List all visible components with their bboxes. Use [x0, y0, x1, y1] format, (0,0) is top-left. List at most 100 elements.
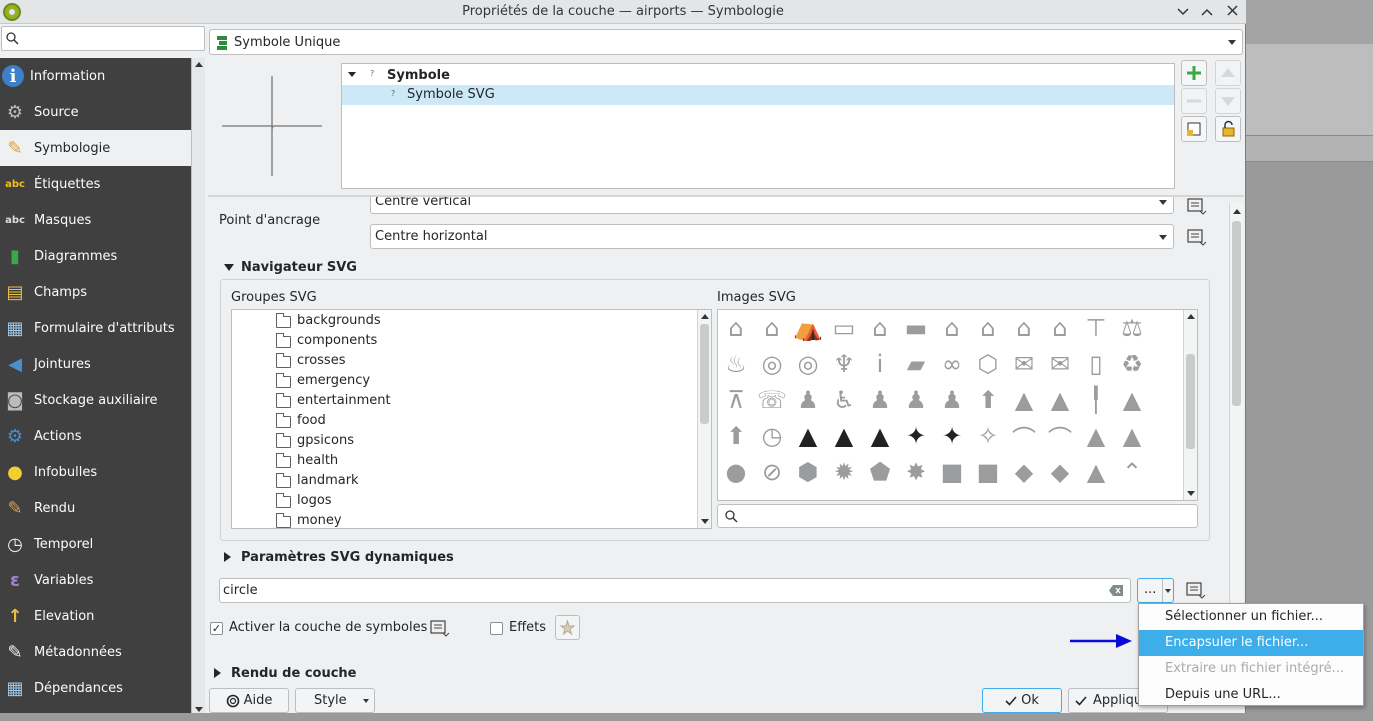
svg-image-thumbnail[interactable]: ╿: [1079, 383, 1113, 417]
sidebar-item-champs[interactable]: ▤ Champs: [0, 274, 191, 310]
help-button[interactable]: Aide: [209, 688, 289, 713]
svg-image-search-input[interactable]: [717, 504, 1198, 528]
sidebar-item-diagrammes[interactable]: ▮ Diagrammes: [0, 238, 191, 274]
svg-image-thumbnail[interactable]: ⌂: [1043, 311, 1077, 345]
maximize-button[interactable]: [1197, 2, 1217, 22]
enable-symbol-layer-checkbox[interactable]: ✓: [210, 622, 223, 635]
expand-icon[interactable]: [348, 72, 356, 77]
svg-image-thumbnail[interactable]: ✹: [827, 455, 861, 489]
svg-image-thumbnail[interactable]: ⬡: [971, 347, 1005, 381]
svg-image-thumbnail[interactable]: ■: [935, 455, 969, 489]
svg-groups-list[interactable]: backgrounds components crosses emergency ent…: [231, 309, 712, 529]
sidebar-item-information[interactable]: i Information: [0, 58, 191, 94]
svg-group-item[interactable]: emergency: [232, 371, 698, 391]
effects-settings-button[interactable]: [555, 615, 580, 640]
menu-item-extract-embedded[interactable]: Extraire un fichier intégré...: [1139, 656, 1363, 682]
sidebar-item-étiquettes[interactable]: abc Étiquettes: [0, 166, 191, 202]
duplicate-layer-button[interactable]: [1181, 116, 1207, 142]
svg-image-thumbnail[interactable]: ⌂: [935, 311, 969, 345]
svg-image-thumbnail[interactable]: ⌒: [1043, 419, 1077, 453]
svg-image-thumbnail[interactable]: ✧: [971, 419, 1005, 453]
svg-image-thumbnail[interactable]: i: [863, 347, 897, 381]
svg-image-thumbnail[interactable]: ✉: [1007, 347, 1041, 381]
svg-image-thumbnail[interactable]: ∞: [935, 347, 969, 381]
svg-image-thumbnail[interactable]: ▭: [827, 311, 861, 345]
svg-image-thumbnail[interactable]: ♿: [827, 383, 861, 417]
data-defined-override-icon[interactable]: [428, 619, 450, 637]
svg-image-thumbnail[interactable]: ▲: [1079, 419, 1113, 453]
svg-image-thumbnail[interactable]: ▲: [1079, 455, 1113, 489]
sidebar-item-formulaire-d-attributs[interactable]: ▦ Formulaire d'attributs: [0, 310, 191, 346]
svg-image-thumbnail[interactable]: ◎: [755, 347, 789, 381]
vertical-anchor-select[interactable]: Centre vertical: [370, 197, 1174, 214]
minimize-button[interactable]: [1173, 2, 1193, 22]
svg-image-thumbnail[interactable]: ▲: [1115, 383, 1149, 417]
svg-browser-toggle[interactable]: Navigateur SVG: [222, 260, 522, 276]
svg-image-thumbnail[interactable]: ■: [971, 455, 1005, 489]
sidebar-item-infobulles[interactable]: ● Infobulles: [0, 454, 191, 490]
sidebar-item-temporel[interactable]: ◷ Temporel: [0, 526, 191, 562]
svg-image-thumbnail[interactable]: ▯: [1079, 347, 1113, 381]
svg-image-thumbnail[interactable]: ◷: [755, 419, 789, 453]
svg-group-item[interactable]: components: [232, 331, 698, 351]
svg-image-thumbnail[interactable]: ⬟: [863, 455, 897, 489]
svg-image-thumbnail[interactable]: ▲: [1043, 383, 1077, 417]
svg-image-thumbnail[interactable]: ▲: [863, 419, 897, 453]
svg-image-thumbnail[interactable]: ♟: [899, 383, 933, 417]
menu-item-select-file[interactable]: Sélectionner un fichier...: [1139, 604, 1363, 630]
svg-image-thumbnail[interactable]: ♻: [1115, 347, 1149, 381]
svg-image-thumbnail[interactable]: ✸: [899, 455, 933, 489]
svg-image-thumbnail[interactable]: ⌂: [719, 311, 753, 345]
sidebar-item-rendu[interactable]: ✎ Rendu: [0, 490, 191, 526]
svg-image-thumbnail[interactable]: ●: [719, 455, 753, 489]
symbol-layer-tree[interactable]: ? Symbole ? Symbole SVG: [341, 63, 1175, 189]
svg-group-item[interactable]: logos: [232, 491, 698, 511]
browse-file-button[interactable]: ...: [1137, 578, 1174, 603]
svg-image-thumbnail[interactable]: ◆: [1043, 455, 1077, 489]
svg-image-thumbnail[interactable]: ♨: [719, 347, 753, 381]
svg-image-thumbnail[interactable]: ⛺: [791, 311, 825, 345]
images-scrollbar[interactable]: [1183, 310, 1197, 500]
sidebar-item-actions[interactable]: ⚙ Actions: [0, 418, 191, 454]
horizontal-anchor-select[interactable]: Centre horizontal: [370, 224, 1174, 249]
svg-group-item[interactable]: crosses: [232, 351, 698, 371]
svg-group-item[interactable]: entertainment: [232, 391, 698, 411]
menu-item-embed-file[interactable]: Encapsuler le fichier...: [1139, 630, 1363, 656]
svg-group-item[interactable]: landmark: [232, 471, 698, 491]
svg-image-thumbnail[interactable]: ⌂: [755, 311, 789, 345]
svg-image-thumbnail[interactable]: ✦: [899, 419, 933, 453]
tree-row-symbol[interactable]: ? Symbole: [342, 65, 1174, 85]
svg-image-thumbnail[interactable]: ⬆: [971, 383, 1005, 417]
lock-layer-button[interactable]: [1215, 116, 1241, 142]
sidebar-item-source[interactable]: ⚙ Source: [0, 94, 191, 130]
svg-path-input[interactable]: circle: [219, 578, 1131, 603]
add-symbol-layer-button[interactable]: [1181, 60, 1207, 86]
svg-image-thumbnail[interactable]: ✉: [1043, 347, 1077, 381]
sidebar-item-jointures[interactable]: ◀ Jointures: [0, 346, 191, 382]
layer-rendering-toggle[interactable]: Rendu de couche: [212, 666, 512, 682]
svg-image-thumbnail[interactable]: ▲: [791, 419, 825, 453]
remove-symbol-layer-button[interactable]: [1181, 88, 1207, 114]
sidebar-scrollbar[interactable]: [191, 58, 205, 716]
sidebar-item-masques[interactable]: abc Masques: [0, 202, 191, 238]
svg-image-thumbnail[interactable]: ▲: [827, 419, 861, 453]
svg-group-item[interactable]: food: [232, 411, 698, 431]
svg-image-thumbnail[interactable]: ⊼: [719, 383, 753, 417]
svg-image-thumbnail[interactable]: ♟: [863, 383, 897, 417]
svg-image-thumbnail[interactable]: ⊤: [1079, 311, 1113, 345]
svg-image-thumbnail[interactable]: ✦: [935, 419, 969, 453]
chevron-down-icon[interactable]: [1165, 589, 1171, 593]
properties-scrollbar[interactable]: [1229, 203, 1243, 613]
svg-image-thumbnail[interactable]: ⬢: [791, 455, 825, 489]
svg-image-thumbnail[interactable]: ◎: [791, 347, 825, 381]
svg-group-item[interactable]: backgrounds: [232, 311, 698, 331]
data-defined-override-icon[interactable]: [1184, 581, 1206, 599]
close-button[interactable]: [1222, 2, 1242, 22]
svg-image-thumbnail[interactable]: ♟: [935, 383, 969, 417]
svg-image-thumbnail[interactable]: ⌃: [1115, 455, 1149, 489]
svg-image-thumbnail[interactable]: ♟: [791, 383, 825, 417]
groups-scrollbar[interactable]: [697, 310, 711, 528]
sidebar-item-elevation[interactable]: ↑ Elevation: [0, 598, 191, 634]
sidebar-item-stockage-auxiliaire[interactable]: ◙ Stockage auxiliaire: [0, 382, 191, 418]
move-down-button[interactable]: [1215, 88, 1241, 114]
